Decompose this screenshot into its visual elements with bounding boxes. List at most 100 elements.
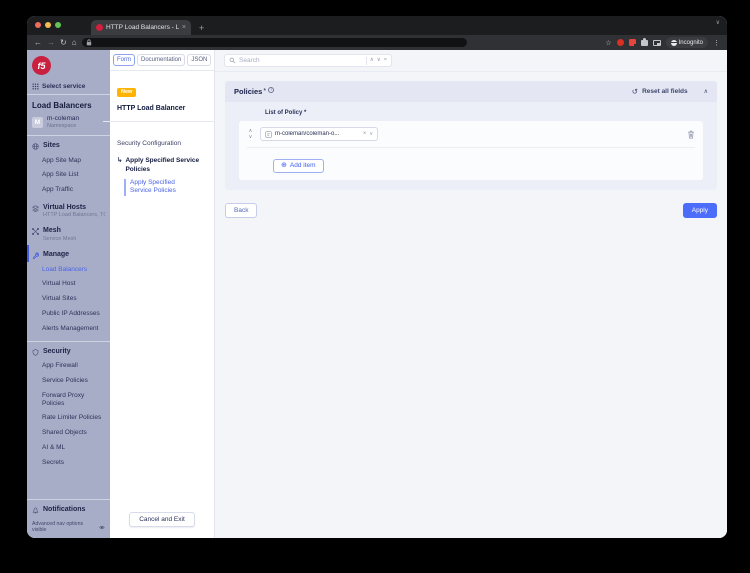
namespace-selector[interactable]: M m-coleman Namespace	[27, 113, 110, 137]
move-up-icon[interactable]: ∧	[249, 128, 253, 134]
sidebar-item-ai-ml[interactable]: AI & ML	[27, 441, 110, 456]
bookmark-star-icon[interactable]: ☆	[605, 39, 611, 47]
sidebar-item-rate-limiter-policies[interactable]: Rate Limiter Policies	[27, 411, 110, 426]
namespace-avatar: M	[32, 116, 43, 128]
back-icon[interactable]: ←	[34, 38, 42, 47]
form-section-label[interactable]: Security Configuration	[117, 140, 207, 147]
info-icon[interactable]: ?	[268, 86, 275, 93]
sidebar-item-public-ip-addresses[interactable]: Public IP Addresses	[27, 306, 110, 321]
sidebar-item-shared-objects[interactable]: Shared Objects	[27, 426, 110, 441]
reload-icon[interactable]: ↻	[60, 38, 67, 47]
sidebar-group-sublabel: Service Mesh	[43, 236, 77, 243]
sidebar-group-label: Sites	[43, 142, 60, 150]
sidebar-item-app-site-map[interactable]: App Site Map	[27, 153, 110, 168]
tab-search-icon[interactable]: ∨	[716, 19, 720, 26]
sidebar-group-notifications[interactable]: Notifications	[27, 500, 110, 517]
sidebar-group-manage[interactable]: Manage	[27, 245, 110, 263]
extension-icon[interactable]	[628, 39, 637, 47]
form-nav-panel: Form Documentation JSON New HTTP Load Ba…	[103, 50, 221, 538]
sidebar-item-app-traffic[interactable]: App Traffic	[27, 183, 110, 198]
tab-json[interactable]: JSON	[187, 54, 212, 66]
sidebar-item-app-site-list[interactable]: App Site List	[27, 168, 110, 183]
home-icon[interactable]: ⌂	[72, 38, 77, 47]
cast-icon[interactable]	[652, 39, 661, 46]
move-down-icon[interactable]: ∨	[249, 134, 253, 140]
chevron-down-icon[interactable]: ∨	[369, 131, 373, 137]
sidebar-item-virtual-host[interactable]: Virtual Host	[27, 277, 110, 292]
policies-panel-header: Policies * ? ↺ Reset all fields ∧	[225, 81, 717, 102]
f5-favicon-icon	[96, 24, 103, 31]
sidebar-item-virtual-sites[interactable]: Virtual Sites	[27, 292, 110, 307]
search-next-icon[interactable]: ∨	[377, 57, 381, 64]
delete-item-button[interactable]	[687, 130, 695, 139]
tab-documentation[interactable]: Documentation	[137, 54, 186, 66]
zoom-window-button[interactable]	[55, 22, 61, 28]
wrench-icon	[32, 252, 39, 260]
policies-panel: Policies * ? ↺ Reset all fields ∧ List o…	[225, 81, 717, 190]
sidebar-group-label: Security	[43, 348, 71, 356]
reorder-handle[interactable]: ∧ ∨	[247, 128, 254, 140]
namespace-sublabel: Namespace	[47, 122, 77, 129]
required-mark: *	[263, 88, 267, 95]
globe-icon	[32, 143, 39, 151]
sidebar-group-security[interactable]: Security	[27, 342, 110, 359]
form-actions: Back Apply	[225, 202, 717, 218]
trash-icon	[688, 130, 694, 138]
browser-tab[interactable]: HTTP Load Balancers - Load B ×	[91, 20, 191, 35]
apply-button[interactable]: Apply	[682, 202, 717, 218]
tab-form[interactable]: Form	[113, 54, 135, 66]
step-arrow-icon: ↳	[117, 157, 123, 164]
clear-selection-icon[interactable]: ×	[363, 131, 367, 137]
reset-all-fields-button[interactable]: Reset all fields	[642, 88, 688, 95]
minimize-window-button[interactable]	[45, 22, 51, 28]
new-badge: New	[117, 87, 137, 97]
form-step-sublink[interactable]: Apply Specified Service Policies	[124, 178, 186, 197]
browser-window: HTTP Load Balancers - Load B × + ∨ ← → ↻…	[27, 16, 727, 538]
search-prev-icon[interactable]: ∧	[370, 57, 374, 64]
layers-icon	[32, 204, 39, 212]
select-service[interactable]: Select service	[27, 80, 110, 95]
incognito-icon	[669, 39, 678, 46]
sidebar-group-virtual-hosts[interactable]: Virtual Hosts HTTP Load Balancers, TC...	[27, 198, 110, 222]
close-window-button[interactable]	[35, 22, 41, 28]
sidebar-group-label: Mesh	[43, 227, 61, 235]
advanced-nav-note-label: Advanced nav options visible	[32, 521, 84, 533]
forward-icon[interactable]: →	[47, 38, 55, 47]
sidebar-group-sites[interactable]: Sites	[27, 136, 110, 153]
namespace-name: m-coleman	[47, 115, 80, 122]
form-current-step[interactable]: ↳ Apply Specified Service Policies	[117, 157, 207, 175]
address-bar[interactable]	[81, 38, 467, 47]
extensions-puzzle-icon[interactable]	[640, 38, 648, 46]
search-input[interactable]	[239, 57, 363, 64]
sidebar-item-secrets[interactable]: Secrets	[27, 455, 110, 470]
policies-panel-body: List of Policy * ∧ ∨ m-coleman/coleman-o…	[225, 102, 717, 190]
sidebar-item-forward-proxy-policies[interactable]: Forward Proxy Policies	[27, 388, 110, 411]
policy-select[interactable]: m-coleman/coleman-o... × ∨	[260, 127, 378, 141]
back-button[interactable]: Back	[225, 202, 258, 218]
divider	[247, 147, 695, 148]
tab-close-icon[interactable]: ×	[182, 24, 186, 31]
sidebar-group-mesh[interactable]: Mesh Service Mesh	[27, 221, 110, 245]
f5-logo: f5	[32, 56, 51, 75]
extension-icon[interactable]	[616, 39, 624, 46]
browser-toolbar: ← → ↻ ⌂ ☆ Incognito ⋮	[27, 35, 727, 50]
sidebar-item-load-balancers[interactable]: Load Balancers	[27, 262, 110, 277]
browser-menu-icon[interactable]: ⋮	[713, 39, 720, 47]
sidebar-item-service-policies[interactable]: Service Policies	[27, 374, 110, 389]
cancel-and-exit-button[interactable]: Cancel and Exit	[129, 512, 195, 527]
new-tab-button[interactable]: +	[199, 23, 204, 33]
collapse-chevron-icon[interactable]: ∧	[704, 88, 708, 95]
view-mode-tabs: Form Documentation JSON	[110, 50, 214, 71]
shield-icon	[32, 349, 39, 356]
sidebar-item-alerts-management[interactable]: Alerts Management	[27, 321, 110, 336]
sidebar-title: Load Balancers	[32, 101, 92, 110]
app-root: f5 Select service Load Balancers M m-col…	[27, 50, 727, 538]
sidebar-item-app-firewall[interactable]: App Firewall	[27, 359, 110, 374]
eye-icon	[99, 525, 105, 529]
select-service-label: Select service	[42, 83, 86, 90]
policy-ref-icon	[265, 130, 272, 138]
add-item-button[interactable]: ⊕ Add item	[273, 158, 324, 173]
search-row: ∧ ∨ ×	[215, 50, 727, 72]
window-controls	[35, 22, 61, 28]
search-clear-icon[interactable]: ×	[384, 57, 387, 64]
